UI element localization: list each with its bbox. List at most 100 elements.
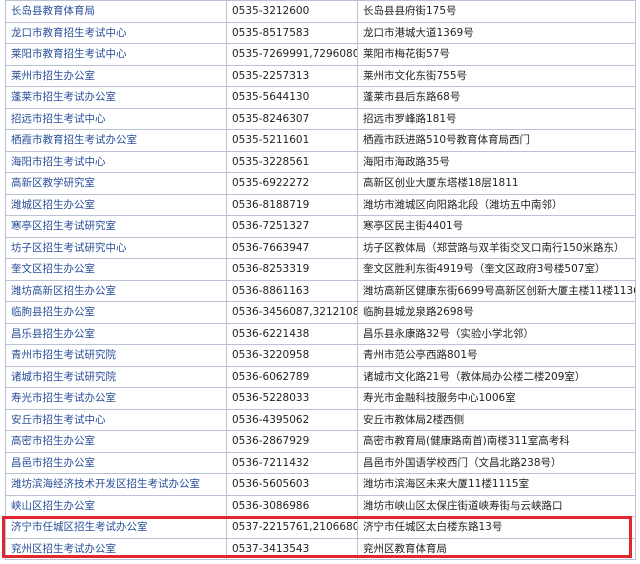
phone-cell: 0536-5605603 — [227, 474, 358, 496]
address-cell: 海阳市海政路35号 — [358, 151, 636, 173]
address-cell: 潍坊市滨海区未来大厦11楼1115室 — [358, 474, 636, 496]
phone-cell: 0536-5228033 — [227, 388, 358, 410]
phone-cell: 0535-3212600 — [227, 0, 358, 23]
table-row: 龙口市教育招生考试中心 0535-8517583 龙口市港城大道1369号 — [5, 22, 636, 44]
office-name-cell: 兖州区招生考试办公室 — [5, 538, 227, 560]
phone-cell: 0536-7251327 — [227, 216, 358, 238]
address-cell: 潍坊市潍城区向阳路北段（潍坊五中南邻） — [358, 194, 636, 216]
office-name-cell: 诸城市招生考试研究院 — [5, 366, 227, 388]
phone-cell: 0535-3228561 — [227, 151, 358, 173]
address-cell: 寿光市金融科技服务中心1006室 — [358, 388, 636, 410]
office-name-cell: 济宁市任城区招生考试办公室 — [5, 517, 227, 539]
phone-cell: 0536-6221438 — [227, 323, 358, 345]
address-cell: 栖霞市跃进路510号教育体育局西门 — [358, 130, 636, 152]
office-name-cell: 龙口市教育招生考试中心 — [5, 22, 227, 44]
exam-office-table: 长岛县教育体育局 0535-3212600 长岛县县府街175号 龙口市教育招生考试中… — [5, 0, 636, 560]
offices-table-container: 长岛县教育体育局 0535-3212600 长岛县县府街175号 龙口市教育招生考试中… — [0, 0, 640, 564]
table-row: 蓬莱市招生考试办公室 0535-5644130 蓬莱市县后东路68号 — [5, 87, 636, 109]
address-cell: 长岛县县府街175号 — [358, 0, 636, 23]
phone-cell: 0536-8188719 — [227, 194, 358, 216]
address-cell: 兖州区教育体育局 — [358, 538, 636, 560]
address-cell: 青州市范公亭西路801号 — [358, 345, 636, 367]
phone-cell: 0536-4395062 — [227, 409, 358, 431]
table-row: 高密市招生办公室 0536-2867929 高密市教育局(健康路南首)南楼311室高… — [5, 431, 636, 453]
table-row: 栖霞市教育招生考试办公室 0535-5211601 栖霞市跃进路510号教育体育局西… — [5, 130, 636, 152]
phone-cell: 0535-2257313 — [227, 65, 358, 87]
address-cell: 高新区创业大厦东塔楼18层1811 — [358, 173, 636, 195]
address-cell: 潍坊市峡山区太保庄街道峡寿街与云峡路口 — [358, 495, 636, 517]
office-name-cell: 海阳市招生考试中心 — [5, 151, 227, 173]
office-name-cell: 青州市招生考试研究院 — [5, 345, 227, 367]
address-cell: 临朐县城龙泉路2698号 — [358, 302, 636, 324]
phone-cell: 0537-3413543 — [227, 538, 358, 560]
office-name-cell: 莱阳市教育招生考试中心 — [5, 44, 227, 66]
office-name-cell: 临朐县招生办公室 — [5, 302, 227, 324]
table-row: 昌邑市招生办公室 0536-7211432 昌邑市外国语学校西门（文昌北路238号） — [5, 452, 636, 474]
address-cell: 安丘市教体局2楼西侧 — [358, 409, 636, 431]
phone-cell: 0535-8517583 — [227, 22, 358, 44]
table-row: 招远市招生考试中心 0535-8246307 招远市罗峰路181号 — [5, 108, 636, 130]
table-row: 潍坊高新区招生办公室 0536-8861163 潍坊高新区健康东街6699号高新区创… — [5, 280, 636, 302]
address-cell: 招远市罗峰路181号 — [358, 108, 636, 130]
table-row: 青州市招生考试研究院 0536-3220958 青州市范公亭西路801号 — [5, 345, 636, 367]
address-cell: 莱阳市梅花街57号 — [358, 44, 636, 66]
office-name-cell: 长岛县教育体育局 — [5, 0, 227, 23]
table-row: 长岛县教育体育局 0535-3212600 长岛县县府街175号 — [5, 0, 636, 23]
table-row: 安丘市招生考试中心 0536-4395062 安丘市教体局2楼西侧 — [5, 409, 636, 431]
phone-cell: 0536-7211432 — [227, 452, 358, 474]
office-name-cell: 峡山区招生办公室 — [5, 495, 227, 517]
office-name-cell: 莱州市招生办公室 — [5, 65, 227, 87]
phone-cell: 0536-8861163 — [227, 280, 358, 302]
office-name-cell: 招远市招生考试中心 — [5, 108, 227, 130]
address-cell: 昌邑市外国语学校西门（文昌北路238号） — [358, 452, 636, 474]
table-row: 寒亭区招生考试研究室 0536-7251327 寒亭区民主街4401号 — [5, 216, 636, 238]
address-cell: 奎文区胜利东街4919号（奎文区政府3号楼507室） — [358, 259, 636, 281]
exam-office-table-body: 长岛县教育体育局 0535-3212600 长岛县县府街175号 龙口市教育招生考试中… — [5, 0, 636, 560]
office-name-cell: 奎文区招生办公室 — [5, 259, 227, 281]
phone-cell: 0536-2867929 — [227, 431, 358, 453]
phone-cell: 0535-5644130 — [227, 87, 358, 109]
table-row: 济宁市任城区招生考试办公室0537-2215761,2106680,210619… — [5, 517, 636, 539]
office-name-cell: 潍坊高新区招生办公室 — [5, 280, 227, 302]
table-row: 莱阳市教育招生考试中心 0535-7269991,7296080 莱阳市梅花街57号 — [5, 44, 636, 66]
address-cell: 济宁市任城区太白楼东路13号 — [358, 517, 636, 539]
office-name-cell: 寿光市招生考试办公室 — [5, 388, 227, 410]
phone-cell: 0536-8253319 — [227, 259, 358, 281]
address-cell: 高密市教育局(健康路南首)南楼311室高考科 — [358, 431, 636, 453]
phone-cell: 0536-3456087,3212108 — [227, 302, 358, 324]
phone-cell: 0536-3220958 — [227, 345, 358, 367]
table-row: 坊子区招生考试研究中心 0536-7663947 坊子区教体局（郑营路与双羊街交叉口… — [5, 237, 636, 259]
office-name-cell: 栖霞市教育招生考试办公室 — [5, 130, 227, 152]
table-row: 奎文区招生办公室 0536-8253319 奎文区胜利东街4919号（奎文区政府3号… — [5, 259, 636, 281]
office-name-cell: 高密市招生办公室 — [5, 431, 227, 453]
table-row: 诸城市招生考试研究院 0536-6062789 诸城市文化路21号（教体局办公楼二楼… — [5, 366, 636, 388]
address-cell: 昌乐县永康路32号（实验小学北邻） — [358, 323, 636, 345]
office-name-cell: 坊子区招生考试研究中心 — [5, 237, 227, 259]
address-cell: 寒亭区民主街4401号 — [358, 216, 636, 238]
address-cell: 诸城市文化路21号（教体局办公楼二楼209室） — [358, 366, 636, 388]
phone-cell: 0536-6062789 — [227, 366, 358, 388]
phone-cell: 0535-7269991,7296080 — [227, 44, 358, 66]
phone-cell: 0535-6922272 — [227, 173, 358, 195]
address-cell: 坊子区教体局（郑营路与双羊街交叉口南行150米路东） — [358, 237, 636, 259]
table-row: 潍城区招生办公室 0536-8188719 潍坊市潍城区向阳路北段（潍坊五中南邻） — [5, 194, 636, 216]
phone-cell: 0535-5211601 — [227, 130, 358, 152]
office-name-cell: 昌邑市招生办公室 — [5, 452, 227, 474]
table-row: 兖州区招生考试办公室 0537-3413543 兖州区教育体育局 — [5, 538, 636, 560]
table-row: 峡山区招生办公室 0536-3086986 潍坊市峡山区太保庄街道峡寿街与云峡路口 — [5, 495, 636, 517]
address-cell: 潍坊高新区健康东街6699号高新区创新大厦主楼11楼1136室 — [358, 280, 636, 302]
address-cell: 莱州市文化东街755号 — [358, 65, 636, 87]
office-name-cell: 寒亭区招生考试研究室 — [5, 216, 227, 238]
table-row: 昌乐县招生办公室 0536-6221438 昌乐县永康路32号（实验小学北邻） — [5, 323, 636, 345]
table-row: 莱州市招生办公室 0535-2257313 莱州市文化东街755号 — [5, 65, 636, 87]
office-name-cell: 安丘市招生考试中心 — [5, 409, 227, 431]
office-name-cell: 潍坊滨海经济技术开发区招生考试办公室 — [5, 474, 227, 496]
table-row: 海阳市招生考试中心 0535-3228561 海阳市海政路35号 — [5, 151, 636, 173]
phone-cell: 0536-3086986 — [227, 495, 358, 517]
address-cell: 龙口市港城大道1369号 — [358, 22, 636, 44]
table-row: 高新区教学研究室 0535-6922272 高新区创业大厦东塔楼18层1811 — [5, 173, 636, 195]
table-row: 潍坊滨海经济技术开发区招生考试办公室 0536-5605603 潍坊市滨海区未来大厦… — [5, 474, 636, 496]
address-cell: 蓬莱市县后东路68号 — [358, 87, 636, 109]
phone-cell: 0535-8246307 — [227, 108, 358, 130]
office-name-cell: 高新区教学研究室 — [5, 173, 227, 195]
